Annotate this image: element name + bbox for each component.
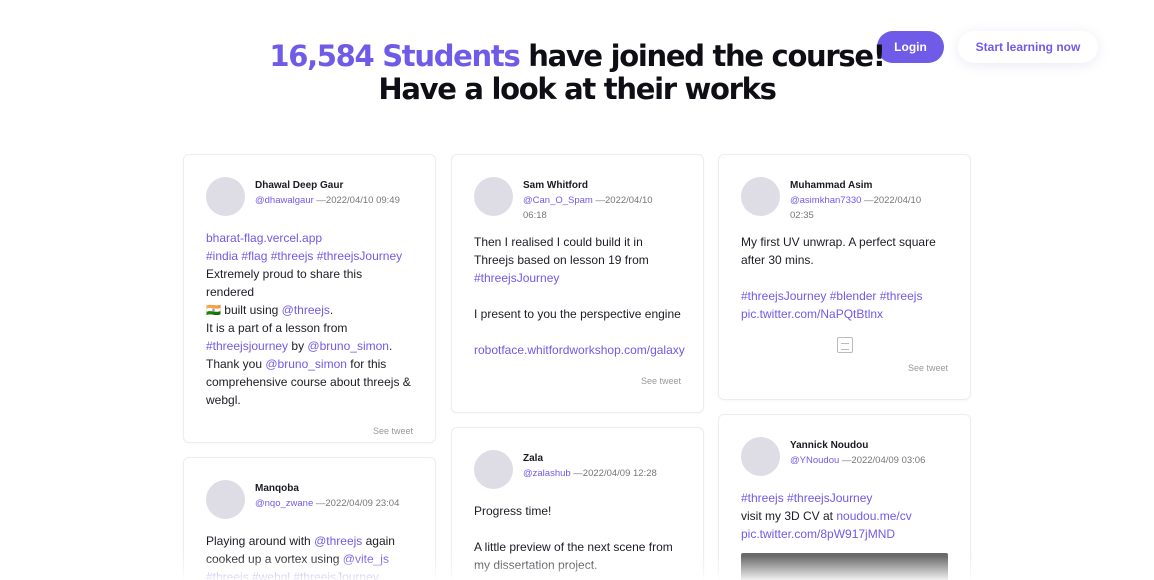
tweet-text: my dissertation project. xyxy=(474,558,598,572)
hashtag-link[interactable]: #threejs #webgl #threejsJourney xyxy=(206,568,413,580)
hero-title-line2: Have a look at their works xyxy=(378,72,776,106)
author-handle[interactable]: @zalashub xyxy=(523,468,571,479)
see-tweet-link[interactable]: See tweet xyxy=(474,376,681,400)
tweet-text: A little preview of the next scene from xyxy=(474,540,673,554)
hashtag-link[interactable]: #threejsjourney xyxy=(206,339,288,353)
tweet-text: 🇮🇳 built using xyxy=(206,303,282,317)
tweet-text: Progress time! xyxy=(474,504,552,518)
tweet-body: Progress time! A little preview of the n… xyxy=(474,502,681,574)
tweet-body: Playing around with @threejs again cooke… xyxy=(206,532,413,580)
pic-link[interactable]: pic.twitter.com/8pW917jMND xyxy=(741,525,948,543)
hashtag-link[interactable]: #threejsJourney xyxy=(474,269,681,287)
tweet-media-image[interactable] xyxy=(741,553,948,580)
broken-image-icon xyxy=(836,337,853,353)
tweet-date: —2022/04/10 xyxy=(592,195,653,206)
tweet-text: I present to you the perspective engine xyxy=(474,307,681,321)
tweet-body: Then I realised I could build it in Thre… xyxy=(474,233,685,359)
tweet-card: Yannick Noudou @YNoudou —2022/04/09 03:0… xyxy=(718,414,971,580)
tweet-date: —2022/04/09 03:06 xyxy=(839,455,926,466)
tweet-text: Then I realised I could build it in xyxy=(474,235,643,249)
tweet-text: My first UV unwrap. A perfect square xyxy=(741,235,936,249)
author-name: Sam Whitford xyxy=(523,180,588,191)
pic-link[interactable]: pic.twitter.com/NaPQtBtlnx xyxy=(741,305,948,323)
tweet-hashtags[interactable]: #india #flag #threejs #threejsJourney xyxy=(206,247,413,265)
tweet-text: Extremely proud to share this rendered xyxy=(206,267,363,299)
avatar[interactable] xyxy=(206,480,245,519)
mention-link[interactable]: @vite_js xyxy=(343,552,389,566)
tweet-date: —2022/04/10 xyxy=(861,195,922,206)
tweet-text: Playing around with xyxy=(206,534,315,548)
mention-link[interactable]: @threejs xyxy=(314,534,362,548)
tweet-date: —2022/04/10 09:49 xyxy=(313,195,400,206)
hero-title-line1: 16,584 Students have joined the course! xyxy=(0,40,1154,73)
avatar[interactable] xyxy=(741,437,780,476)
tweet-body: My first UV unwrap. A perfect square aft… xyxy=(741,233,948,323)
tweet-text: after 30 mins. xyxy=(741,253,814,267)
tweet-date-time: 06:18 xyxy=(523,210,547,221)
author-handle[interactable]: @nqo_zwane xyxy=(255,498,313,509)
mention-link[interactable]: @threejs xyxy=(282,303,330,317)
tweet-text: Thank you xyxy=(206,357,266,371)
tweet-card: Muhammad Asim @asimkhan7330 —2022/04/10 … xyxy=(718,154,971,400)
author-name: Zala xyxy=(523,453,544,464)
avatar[interactable] xyxy=(741,177,780,216)
cv-link[interactable]: noudou.me/cv xyxy=(836,509,911,523)
author-handle[interactable]: @Can_O_Spam xyxy=(523,195,593,206)
tweet-card: Manqoba @nqo_zwane —2022/04/09 23:04 Pla… xyxy=(183,457,436,580)
author-name: Yannick Noudou xyxy=(790,440,869,451)
avatar[interactable] xyxy=(474,177,513,216)
author-handle[interactable]: @YNoudou xyxy=(790,455,839,466)
tweet-text: visit my 3D CV at xyxy=(741,509,837,523)
tweet-body: bharat-flag.vercel.app #india #flag #thr… xyxy=(206,229,413,409)
avatar[interactable] xyxy=(206,177,245,216)
tweet-card: Sam Whitford @Can_O_Spam —2022/04/10 06:… xyxy=(451,154,704,413)
tweet-text: comprehensive course about threejs & xyxy=(206,375,411,389)
author-handle[interactable]: @dhawalgaur xyxy=(255,195,314,206)
mention-link[interactable]: @bruno_simon xyxy=(307,339,389,353)
tweet-link[interactable]: robotface.whitfordworkshop.com/galaxy xyxy=(474,341,685,359)
tweet-card: Zala @zalashub —2022/04/09 12:28 Progres… xyxy=(451,427,704,580)
tweet-text: again xyxy=(362,534,395,548)
hero-title-rest: have joined the course! xyxy=(519,39,886,73)
hashtag-link[interactable]: #threejs #threejsJourney xyxy=(741,489,948,507)
tweet-text: Threejs based on lesson 19 from xyxy=(474,253,649,267)
author-name: Dhawal Deep Gaur xyxy=(255,180,344,191)
see-tweet-link[interactable]: See tweet xyxy=(206,426,413,450)
tweet-text: cooked up a vortex using xyxy=(206,552,343,566)
student-count: 16,584 Students xyxy=(269,39,520,73)
tweet-date: —2022/04/09 12:28 xyxy=(570,468,657,479)
author-name: Manqoba xyxy=(255,483,299,494)
tweet-date-time: 02:35 xyxy=(790,210,814,221)
author-name: Muhammad Asim xyxy=(790,180,873,191)
tweet-body: #threejs #threejsJourney visit my 3D CV … xyxy=(741,489,948,543)
see-tweet-link[interactable]: See tweet xyxy=(741,363,948,387)
tweet-card: Dhawal Deep Gaur @dhawalgaur —2022/04/10… xyxy=(183,154,436,443)
avatar[interactable] xyxy=(474,450,513,489)
tweet-text: webgl. xyxy=(206,393,241,407)
tweet-text: by xyxy=(288,339,308,353)
tweet-text: . xyxy=(329,303,334,317)
tweet-text: It is a part of a lesson from xyxy=(206,321,348,335)
tweet-text: for this xyxy=(346,357,387,371)
author-handle[interactable]: @asimkhan7330 xyxy=(790,195,861,206)
tweet-link[interactable]: bharat-flag.vercel.app xyxy=(206,229,413,247)
tweet-text: . xyxy=(388,339,393,353)
hero-heading: 16,584 Students have joined the course! … xyxy=(0,40,1154,106)
mention-link[interactable]: @bruno_simon xyxy=(265,357,347,371)
hashtag-link[interactable]: #threejsJourney #blender #threejs xyxy=(741,287,948,305)
tweet-date: —2022/04/09 23:04 xyxy=(313,498,400,509)
